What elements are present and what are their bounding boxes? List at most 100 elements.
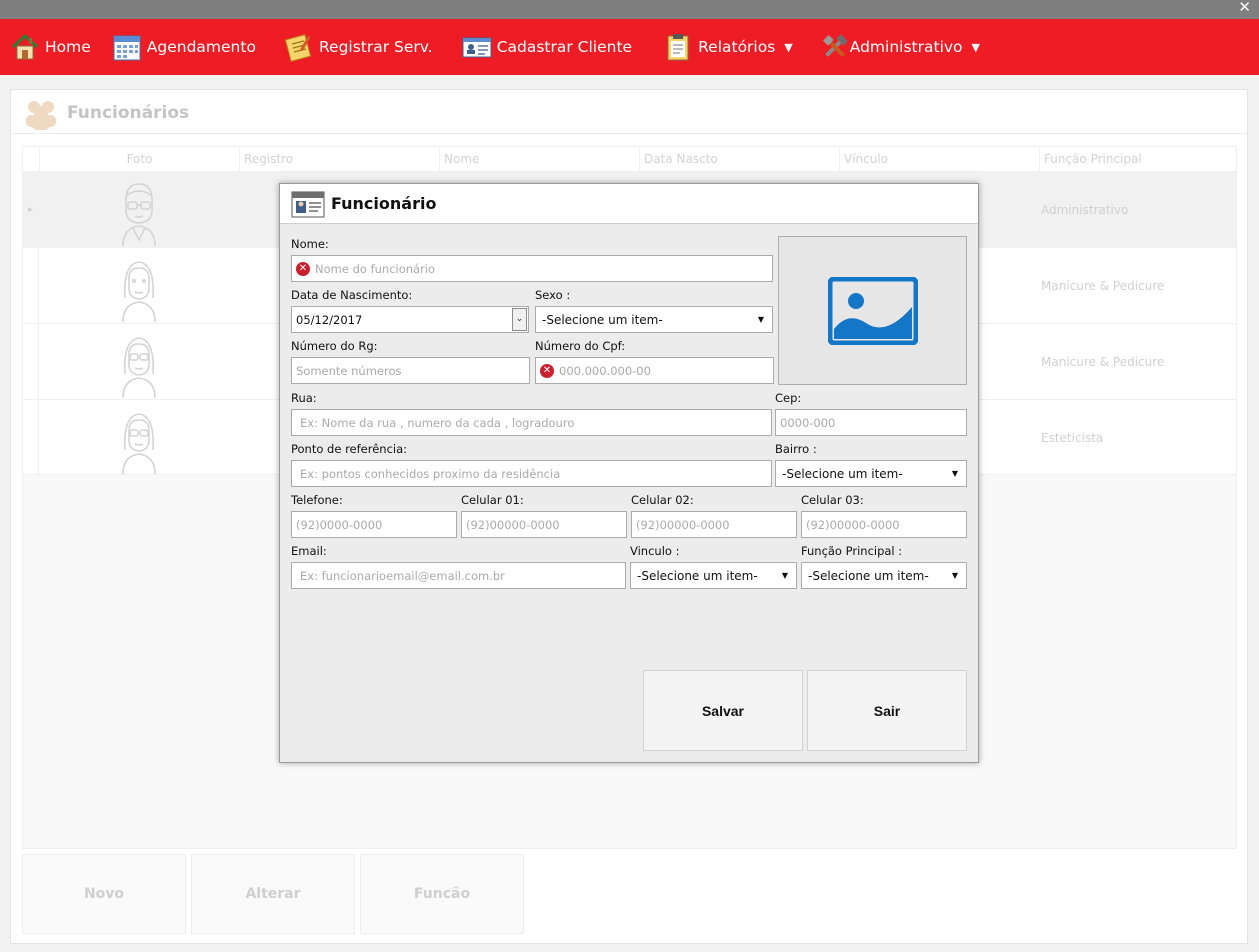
chevron-down-icon: ▼	[781, 571, 788, 580]
female-glasses-avatar	[101, 324, 177, 400]
column-header-data-nascto[interactable]: Data Nascto	[639, 147, 839, 171]
celular3-field[interactable]: (92)00000-0000	[801, 511, 967, 538]
cell-funcao: Esteticista	[1041, 431, 1104, 445]
menu-administrativo[interactable]: Administrativo ▼	[820, 19, 980, 75]
novo-button[interactable]: Novo	[22, 854, 186, 934]
calendar-dropdown-icon[interactable]: ⌄	[512, 308, 527, 331]
funcionario-dialog: Funcionário Nome: ✕ Nome do funcionário …	[279, 183, 979, 763]
chevron-down-icon: ▼	[971, 40, 981, 54]
sair-button[interactable]: Sair	[807, 670, 967, 751]
column-header-funcao-principal[interactable]: Função Principal	[1039, 147, 1236, 171]
nome-field[interactable]: ✕ Nome do funcionário	[291, 255, 773, 282]
rg-field[interactable]: Somente números	[291, 357, 530, 384]
menu-cadastrar-cliente[interactable]: Cadastrar Cliente	[462, 19, 632, 75]
cpf-label: Número do Cpf:	[535, 339, 626, 353]
funcao-select[interactable]: -Selecione um item- ▼	[801, 562, 967, 589]
sexo-label: Sexo :	[535, 288, 571, 302]
dialog-header: Funcionário	[280, 184, 978, 224]
cep-placeholder: 0000-000	[780, 415, 836, 430]
menu-relatorios[interactable]: Relatórios ▼	[663, 19, 793, 75]
email-placeholder: Ex: funcionarioemail@email.com.br	[300, 568, 505, 583]
chevron-down-icon: ▼	[757, 315, 764, 324]
photo-picker[interactable]	[778, 236, 967, 385]
cep-label: Cep:	[775, 391, 802, 405]
row-header	[23, 324, 39, 400]
salvar-button[interactable]: Salvar	[643, 670, 803, 751]
rua-field[interactable]: Ex: Nome da rua , numero da cada , logra…	[291, 409, 772, 436]
sexo-value: -Selecione um item-	[542, 312, 663, 327]
cpf-placeholder: 000.000.000-00	[559, 363, 651, 378]
celular1-field[interactable]: (92)00000-0000	[461, 511, 627, 538]
main-menubar: Home Agendamento Registrar Serv. Cadastr…	[0, 19, 1259, 75]
tools-icon	[820, 32, 850, 62]
rua-label: Rua:	[291, 391, 317, 405]
rg-label: Número do Rg:	[291, 339, 378, 353]
male-glasses-avatar	[101, 172, 177, 248]
menu-registrar-serv-label: Registrar Serv.	[318, 38, 433, 56]
row-header	[23, 248, 39, 324]
row-selector-icon: ▸	[23, 172, 39, 248]
notepad-icon	[284, 32, 314, 62]
menu-cadastrar-cliente-label: Cadastrar Cliente	[496, 38, 633, 56]
menu-agendamento[interactable]: Agendamento	[112, 19, 256, 75]
telefone-label: Telefone:	[291, 493, 343, 507]
chevron-down-icon: ▼	[951, 469, 958, 478]
celular1-label: Celular 01:	[461, 493, 524, 507]
female-avatar	[101, 248, 177, 324]
vinculo-select[interactable]: -Selecione um item- ▼	[630, 562, 797, 589]
funcao-label: Função Principal :	[801, 544, 903, 558]
close-icon[interactable]: ✕	[1238, 0, 1251, 17]
nascimento-label: Data de Nascimento:	[291, 288, 413, 302]
column-header-foto[interactable]: Foto	[39, 147, 239, 171]
column-header-nome[interactable]: Nome	[439, 147, 639, 171]
alterar-button[interactable]: Alterar	[191, 854, 355, 934]
clipboard-icon	[663, 32, 693, 62]
house-icon	[10, 32, 40, 62]
celular2-label: Celular 02:	[631, 493, 694, 507]
telefone-placeholder: (92)0000-0000	[296, 517, 383, 532]
celular2-field[interactable]: (92)00000-0000	[631, 511, 797, 538]
nome-placeholder: Nome do funcionário	[315, 261, 436, 276]
employee-card-icon	[291, 189, 325, 219]
nome-label: Nome:	[291, 237, 329, 251]
bairro-label: Bairro :	[775, 442, 817, 456]
vinculo-value: -Selecione um item-	[637, 568, 758, 583]
menu-agendamento-label: Agendamento	[146, 38, 256, 56]
email-field[interactable]: Ex: funcionarioemail@email.com.br	[291, 562, 626, 589]
female-glasses-avatar	[101, 400, 177, 476]
chevron-down-icon: ▼	[951, 571, 958, 580]
celular3-placeholder: (92)00000-0000	[806, 517, 900, 532]
menu-relatorios-label: Relatórios	[698, 38, 776, 56]
rua-placeholder: Ex: Nome da rua , numero da cada , logra…	[300, 415, 575, 430]
column-header-registro[interactable]: Registro	[239, 147, 439, 171]
bairro-value: -Selecione um item-	[782, 466, 903, 481]
menu-home[interactable]: Home	[10, 19, 91, 75]
celular2-placeholder: (92)00000-0000	[636, 517, 730, 532]
people-icon	[23, 96, 59, 130]
celular1-placeholder: (92)00000-0000	[466, 517, 560, 532]
divider	[11, 133, 1247, 134]
vinculo-label: Vinculo :	[630, 544, 680, 558]
cell-funcao: Manicure & Pedicure	[1041, 355, 1165, 369]
menu-registrar-serv[interactable]: Registrar Serv.	[284, 19, 433, 75]
telefone-field[interactable]: (92)0000-0000	[291, 511, 457, 538]
funcao-button[interactable]: Funcão	[360, 854, 524, 934]
grid-header: Foto Registro Nome Data Nascto Vínculo F…	[23, 147, 1236, 171]
sexo-select[interactable]: -Selecione um item- ▼	[535, 306, 773, 333]
menu-home-label: Home	[45, 38, 91, 56]
cep-field[interactable]: 0000-000	[775, 409, 967, 436]
column-header-vinculo[interactable]: Vínculo	[839, 147, 1039, 171]
row-header	[23, 400, 39, 476]
referencia-field[interactable]: Ex: pontos conhecidos proximo da residên…	[291, 460, 772, 487]
cpf-field[interactable]: ✕ 000.000.000-00	[535, 357, 774, 384]
celular3-label: Celular 03:	[801, 493, 864, 507]
cell-funcao: Manicure & Pedicure	[1041, 279, 1165, 293]
referencia-placeholder: Ex: pontos conhecidos proximo da residên…	[300, 466, 561, 481]
cell-funcao: Administrativo	[1041, 203, 1129, 217]
menu-administrativo-label: Administrativo	[849, 38, 963, 56]
image-placeholder-icon	[827, 276, 918, 345]
funcao-value: -Selecione um item-	[808, 568, 929, 583]
nascimento-datepicker[interactable]: 05/12/2017 ⌄	[291, 306, 529, 333]
referencia-label: Ponto de referência:	[291, 442, 408, 456]
bairro-select[interactable]: -Selecione um item- ▼	[775, 460, 967, 487]
